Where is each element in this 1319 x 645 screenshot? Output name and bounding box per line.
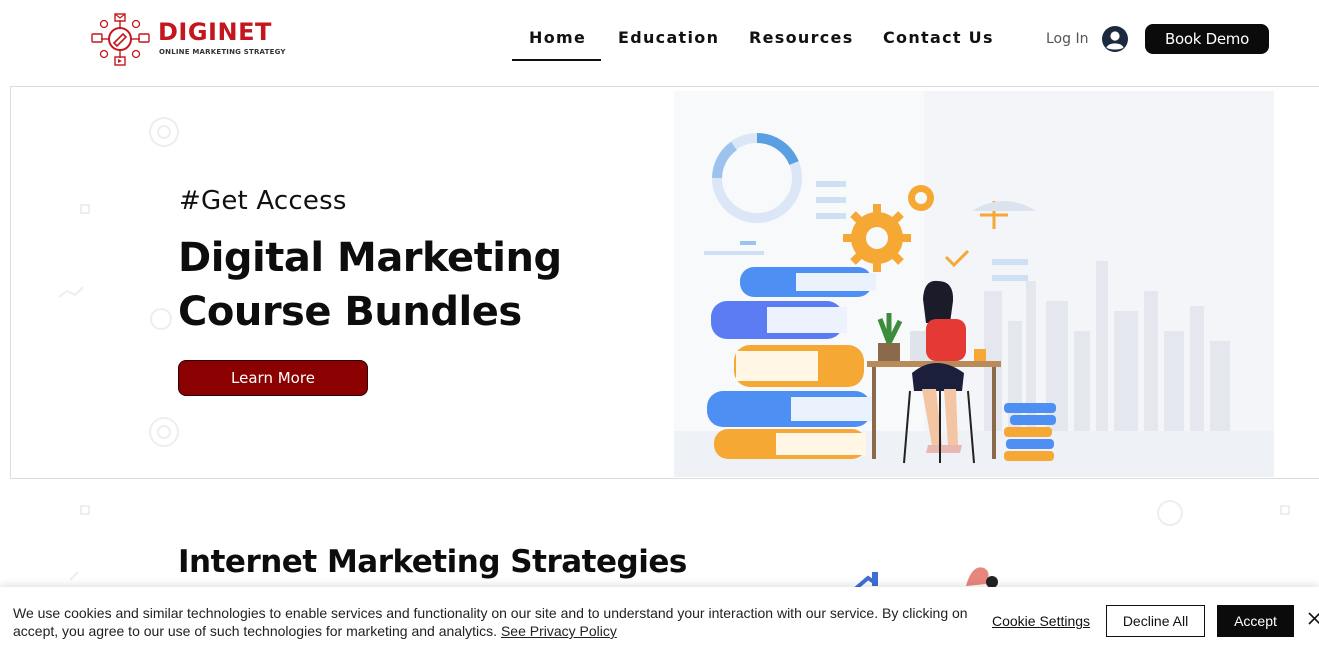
cookie-settings-link[interactable]: Cookie Settings (992, 613, 1090, 629)
section-title: Internet Marketing Strategies (178, 544, 687, 580)
cookie-message-text: We use cookies and similar technologies … (13, 605, 968, 639)
marketing-hub-logo-icon (91, 13, 150, 66)
nav-contact-us[interactable]: Contact Us (883, 28, 994, 47)
site-logo[interactable]: DIGINET ONLINE MARKETING STRATEGY (90, 12, 290, 66)
book-demo-button[interactable]: Book Demo (1145, 24, 1269, 54)
cookie-message: We use cookies and similar technologies … (13, 604, 978, 640)
login-link[interactable]: Log In (1046, 31, 1088, 47)
cookie-consent-banner: We use cookies and similar technologies … (0, 587, 1319, 645)
woman-working-laptop-books-illustration (674, 91, 1274, 477)
logo-tagline: ONLINE MARKETING STRATEGY (159, 48, 286, 56)
logo-wordmark: DIGINET (158, 18, 272, 46)
hero-title: Digital Marketing Course Bundles (178, 235, 562, 335)
site-header: DIGINET ONLINE MARKETING STRATEGY Home E… (0, 0, 1319, 80)
decline-all-button[interactable]: Decline All (1106, 605, 1205, 637)
nav-education[interactable]: Education (618, 28, 719, 47)
accept-button[interactable]: Accept (1217, 605, 1294, 637)
hero-eyebrow: #Get Access (179, 186, 347, 216)
close-icon[interactable] (1306, 609, 1319, 629)
active-nav-indicator (512, 59, 601, 61)
nav-home[interactable]: Home (529, 28, 586, 47)
hero-banner: #Get Access Digital Marketing Course Bun… (10, 86, 1319, 479)
nav-resources[interactable]: Resources (749, 28, 854, 47)
user-circle-icon[interactable] (1102, 26, 1128, 52)
privacy-policy-link[interactable]: See Privacy Policy (501, 623, 617, 639)
learn-more-button[interactable]: Learn More (178, 360, 368, 396)
